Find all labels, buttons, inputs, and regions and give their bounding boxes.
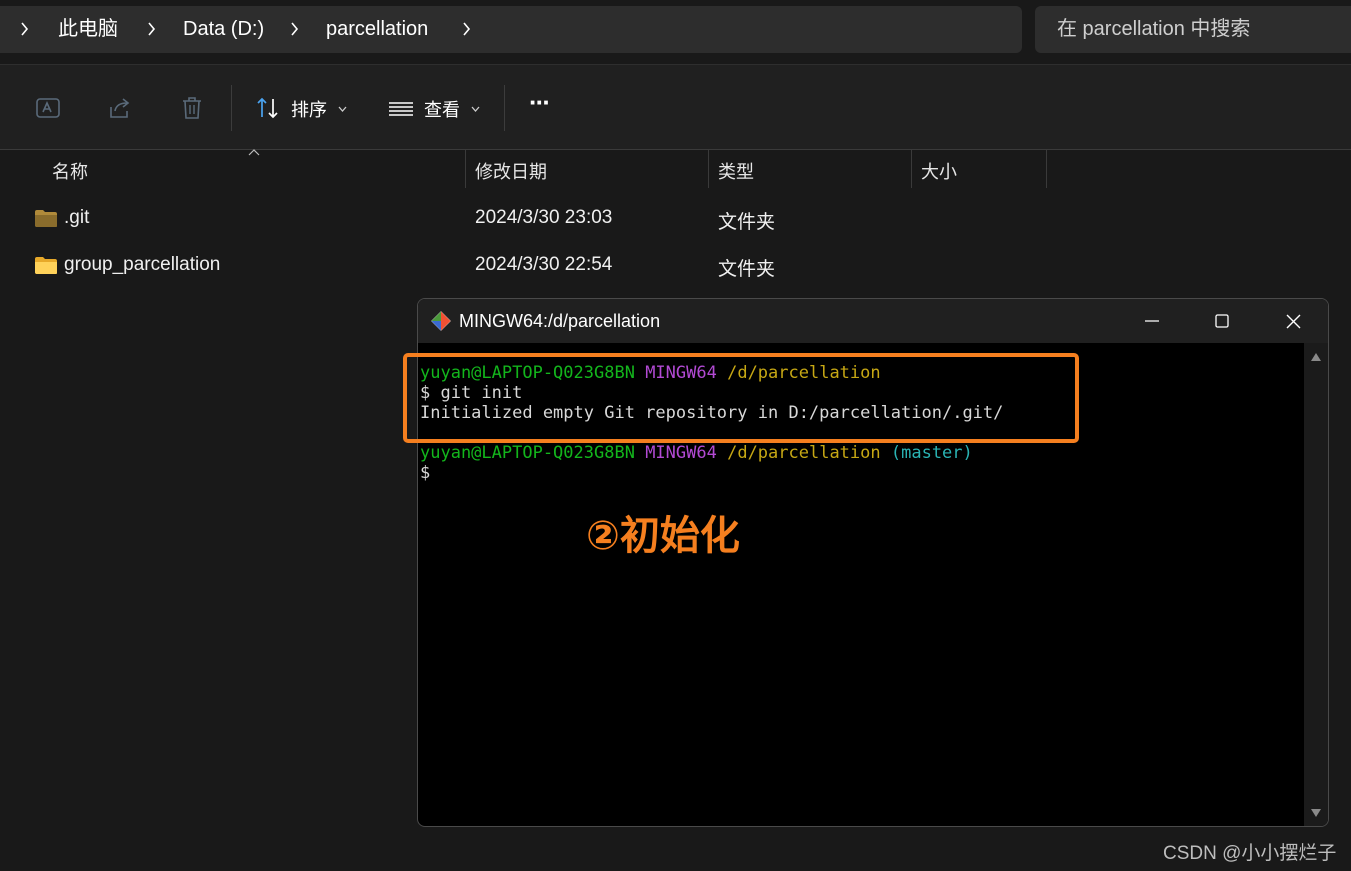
- terminal-scrollbar[interactable]: [1304, 343, 1328, 826]
- folder-icon: [35, 210, 57, 227]
- prompt-env: MINGW64: [645, 443, 717, 463]
- terminal-titlebar[interactable]: MINGW64:/d/parcellation: [418, 299, 1328, 343]
- file-modified: 2024/3/30 23:03: [475, 207, 613, 228]
- file-type: 文件夹: [718, 259, 776, 280]
- terminal-input-line[interactable]: $: [420, 463, 430, 483]
- maximize-button[interactable]: [1187, 299, 1257, 343]
- view-icon[interactable]: [388, 95, 414, 121]
- prompt-path: /d/parcellation: [727, 443, 881, 463]
- terminal-title: MINGW64:/d/parcellation: [459, 311, 661, 331]
- highlight-box: [403, 353, 1079, 443]
- address-bar[interactable]: 此电脑 Data (D:) parcellation: [0, 6, 1022, 53]
- column-header-type[interactable]: 类型: [718, 158, 754, 184]
- chevron-right-icon[interactable]: [20, 22, 29, 36]
- file-name: .git: [64, 207, 90, 228]
- toolbar-separator: [231, 85, 232, 131]
- close-icon: [1286, 314, 1301, 329]
- file-modified: 2024/3/30 22:54: [475, 254, 613, 275]
- breadcrumb-drive-d[interactable]: Data (D:): [183, 6, 264, 53]
- column-header-size[interactable]: 大小: [921, 158, 957, 184]
- git-bash-icon: [431, 311, 451, 331]
- column-divider[interactable]: [911, 150, 912, 188]
- search-input[interactable]: 在 parcellation 中搜索: [1035, 6, 1351, 53]
- rename-icon[interactable]: [35, 95, 61, 121]
- maximize-icon: [1215, 314, 1229, 328]
- terminal-prompt-line: yuyan@LAPTOP-Q023G8BN MINGW64 /d/parcell…: [420, 443, 973, 463]
- scroll-down-icon[interactable]: [1311, 809, 1321, 817]
- column-divider[interactable]: [708, 150, 709, 188]
- column-header-modified[interactable]: 修改日期: [475, 158, 547, 184]
- close-button[interactable]: [1258, 299, 1328, 343]
- chevron-right-icon[interactable]: [290, 22, 299, 36]
- more-options-button[interactable]: ···: [529, 87, 551, 118]
- file-row[interactable]: group_parcellation 2024/3/30 22:54 文件夹: [0, 246, 1050, 286]
- step-annotation: ②初始化: [586, 513, 740, 559]
- column-header-name[interactable]: 名称: [52, 158, 88, 184]
- delete-icon[interactable]: [179, 95, 205, 121]
- view-button[interactable]: 查看: [424, 96, 460, 122]
- breadcrumb-parcellation[interactable]: parcellation: [326, 6, 428, 53]
- column-divider[interactable]: [1046, 150, 1047, 188]
- folder-icon: [35, 257, 57, 274]
- minimize-button[interactable]: [1117, 299, 1187, 343]
- search-placeholder: 在 parcellation 中搜索: [1057, 18, 1251, 40]
- prompt-user: yuyan@LAPTOP-Q023G8BN: [420, 443, 635, 463]
- toolbar-separator: [504, 85, 505, 131]
- chevron-right-icon[interactable]: [147, 22, 156, 36]
- prompt-branch: (master): [890, 443, 973, 463]
- sort-icon[interactable]: [255, 95, 281, 121]
- sort-button[interactable]: 排序: [291, 96, 327, 122]
- chevron-down-icon: [471, 106, 480, 112]
- sort-ascending-icon: [248, 149, 260, 156]
- breadcrumb-this-pc[interactable]: 此电脑: [58, 6, 118, 53]
- share-icon[interactable]: [107, 95, 133, 121]
- file-row[interactable]: .git 2024/3/30 23:03 文件夹: [0, 199, 1050, 239]
- chevron-down-icon: [338, 106, 347, 112]
- minimize-icon: [1145, 320, 1159, 322]
- chevron-right-icon[interactable]: [462, 22, 471, 36]
- file-name: group_parcellation: [64, 254, 221, 275]
- scroll-up-icon[interactable]: [1311, 353, 1321, 361]
- watermark: CSDN @小小摆烂子: [1163, 843, 1337, 864]
- column-divider[interactable]: [465, 150, 466, 188]
- file-type: 文件夹: [718, 212, 776, 233]
- command-bar: 排序 查看 ···: [0, 64, 1351, 150]
